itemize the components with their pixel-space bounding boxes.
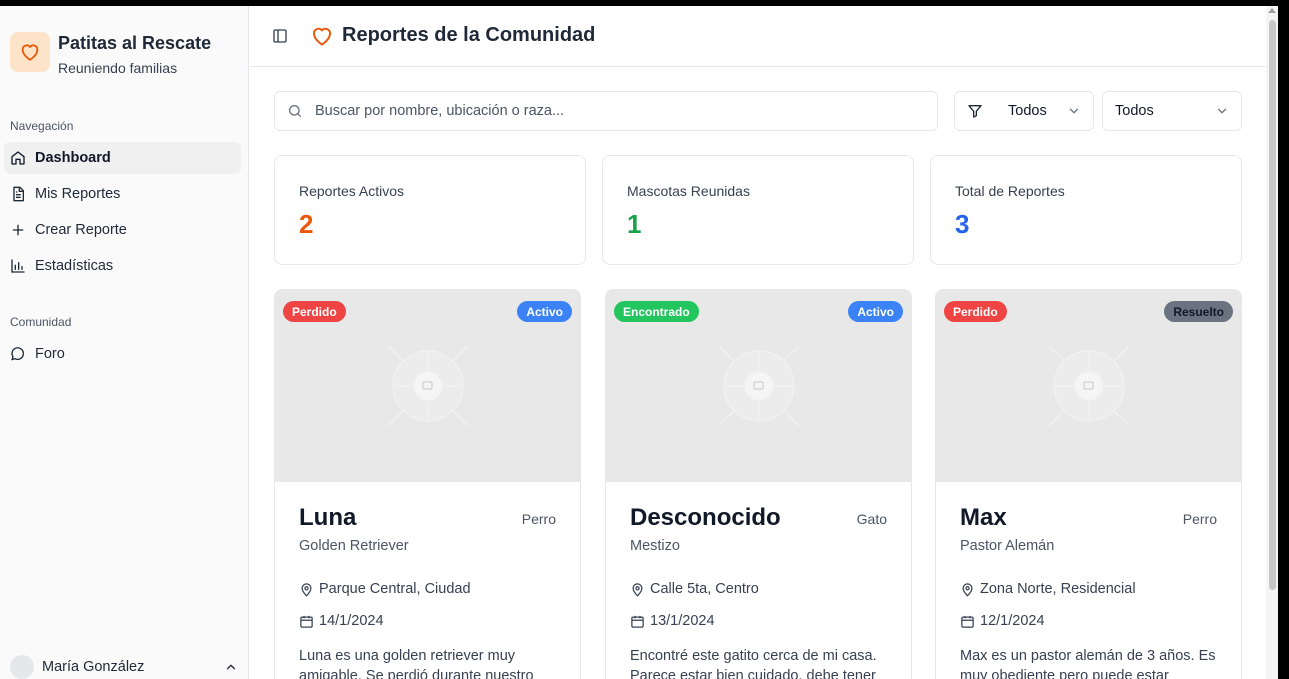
- plus-icon: [12, 224, 24, 236]
- pet-breed: Golden Retriever: [299, 538, 409, 554]
- stat-card-total: Total de Reportes 3: [930, 155, 1242, 265]
- stat-value: 2: [299, 209, 314, 239]
- sidebar-item-estadisticas[interactable]: Estadísticas: [4, 250, 241, 282]
- user-name: María González: [42, 659, 145, 675]
- chevron-down-icon: [1217, 108, 1227, 114]
- sidebar-item-label: Dashboard: [35, 150, 111, 166]
- stat-value: 3: [955, 209, 970, 239]
- avatar: [10, 655, 34, 679]
- search-input[interactable]: [315, 103, 915, 119]
- search-icon: [289, 105, 301, 117]
- type-filter-select[interactable]: Todos: [954, 91, 1094, 131]
- pet-date: 12/1/2024: [980, 613, 1045, 629]
- scroll-up-arrow-icon[interactable]: [1268, 8, 1276, 13]
- type-badge: Encontrado: [614, 301, 699, 322]
- sidebar-toggle-icon[interactable]: [272, 28, 288, 49]
- nav-group-label: Navegación: [10, 119, 74, 133]
- map-pin-icon: [962, 582, 973, 597]
- location-row: Parque Central, Ciudad: [299, 581, 471, 597]
- calendar-icon: [631, 615, 644, 628]
- main-content: Reportes de la Comunidad Todos Todos Rep…: [250, 6, 1266, 679]
- pet-name: Desconocido: [630, 504, 781, 531]
- location-row: Calle 5ta, Centro: [630, 581, 759, 597]
- calendar-icon: [961, 615, 974, 628]
- report-card[interactable]: Perdido Resuelto Max Perro Pastor Alemán…: [935, 289, 1242, 679]
- sidebar-item-mis-reportes[interactable]: Mis Reportes: [4, 178, 241, 210]
- map-pin-icon: [301, 582, 312, 597]
- status-filter-select[interactable]: Todos: [1102, 91, 1242, 131]
- pet-date: 13/1/2024: [650, 613, 715, 629]
- chevron-down-icon: [1069, 108, 1079, 114]
- status-badge: Resuelto: [1164, 301, 1233, 322]
- sidebar-item-crear-reporte[interactable]: Crear Reporte: [4, 214, 241, 246]
- pet-date: 14/1/2024: [319, 613, 384, 629]
- status-badge: Activo: [848, 301, 903, 322]
- report-card[interactable]: Encontrado Activo Desconocido Gato Mesti…: [605, 289, 912, 679]
- bar-chart-icon: [11, 259, 25, 273]
- brand-title: Patitas al Rescate: [58, 33, 212, 53]
- pet-description: Encontré este gatito cerca de mi casa. P…: [630, 648, 877, 679]
- stat-value: 1: [627, 209, 642, 239]
- location-row: Zona Norte, Residencial: [960, 581, 1136, 597]
- date-row: 14/1/2024: [299, 613, 384, 629]
- stat-label: Reportes Activos: [299, 183, 405, 199]
- search-box[interactable]: [274, 91, 938, 131]
- stat-label: Mascotas Reunidas: [627, 183, 750, 199]
- page-title: Reportes de la Comunidad: [342, 24, 596, 46]
- sidebar-item-label: Mis Reportes: [35, 186, 121, 202]
- pet-breed: Pastor Alemán: [960, 538, 1055, 554]
- status-filter-value: Todos: [1115, 103, 1154, 119]
- type-badge: Perdido: [944, 301, 1007, 322]
- stat-card-active: Reportes Activos 2: [274, 155, 586, 265]
- type-badge: Perdido: [283, 301, 346, 322]
- heart-logo-icon: [10, 32, 50, 72]
- status-badge: Activo: [517, 301, 572, 322]
- pet-description: Luna es una golden retriever muy amigabl…: [299, 648, 534, 679]
- heart-icon: [310, 24, 334, 53]
- pet-location: Zona Norte, Residencial: [980, 581, 1136, 597]
- chevron-up-icon: [226, 664, 236, 670]
- pet-name: Max: [960, 504, 1007, 531]
- pet-location: Parque Central, Ciudad: [319, 581, 471, 597]
- top-bar: Reportes de la Comunidad: [250, 6, 1266, 67]
- sidebar-item-dashboard[interactable]: Dashboard: [4, 142, 241, 174]
- scrollbar[interactable]: [1266, 6, 1278, 679]
- user-menu[interactable]: María González: [10, 655, 240, 679]
- filter-icon: [968, 105, 982, 118]
- sidebar-item-foro[interactable]: Foro: [4, 338, 241, 370]
- pet-species: Gato: [856, 511, 887, 527]
- pet-location: Calle 5ta, Centro: [650, 581, 759, 597]
- pet-species: Perro: [521, 511, 556, 527]
- calendar-icon: [300, 615, 313, 628]
- pet-species: Perro: [1182, 511, 1217, 527]
- community-group-label: Comunidad: [10, 315, 72, 329]
- scrollbar-thumb[interactable]: [1269, 20, 1276, 590]
- type-filter-value: Todos: [1008, 103, 1047, 119]
- stat-label: Total de Reportes: [955, 183, 1065, 199]
- pet-breed: Mestizo: [630, 538, 680, 554]
- sidebar-item-label: Estadísticas: [35, 258, 114, 274]
- brand-subtitle: Reuniendo familias: [58, 60, 178, 76]
- sidebar-item-label: Foro: [35, 346, 65, 362]
- sidebar: Patitas al Rescate Reuniendo familias Na…: [0, 6, 249, 679]
- brand[interactable]: Patitas al Rescate Reuniendo familias: [10, 32, 211, 77]
- date-row: 12/1/2024: [960, 613, 1045, 629]
- stat-card-reunited: Mascotas Reunidas 1: [602, 155, 914, 265]
- sidebar-item-label: Crear Reporte: [35, 222, 127, 238]
- app-window: Patitas al Rescate Reuniendo familias Na…: [0, 6, 1278, 679]
- pet-description: Max es un pastor alemán de 3 años. Es mu…: [960, 648, 1216, 679]
- pet-name: Luna: [299, 504, 357, 531]
- chat-bubble-icon: [11, 347, 25, 361]
- date-row: 13/1/2024: [630, 613, 715, 629]
- report-card[interactable]: Perdido Activo Luna Perro Golden Retriev…: [274, 289, 581, 679]
- map-pin-icon: [632, 582, 643, 597]
- home-icon: [11, 151, 25, 165]
- document-icon: [13, 186, 24, 202]
